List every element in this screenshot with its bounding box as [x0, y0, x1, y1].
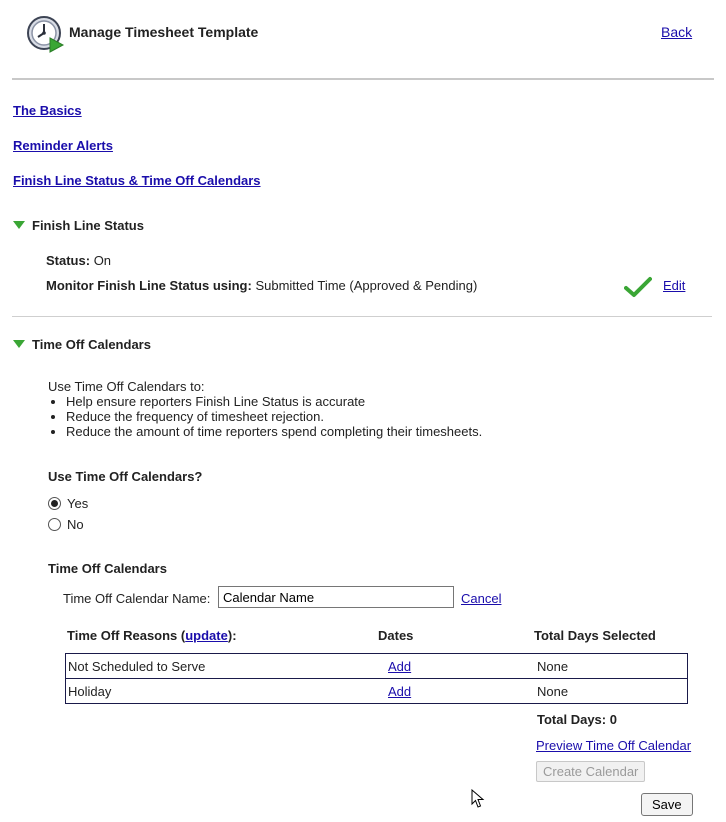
back-link[interactable]: Back: [661, 24, 692, 40]
col-header-reasons-text: Time Off Reasons (: [67, 628, 186, 643]
header-divider: [12, 78, 714, 80]
calendar-name-label: Time Off Calendar Name:: [63, 591, 211, 606]
radio-no-label: No: [67, 517, 84, 532]
time-off-section-toggle[interactable]: Time Off Calendars: [13, 337, 151, 352]
calendar-name-input[interactable]: [218, 586, 454, 608]
reasons-table: Not Scheduled to Serve Add None Holiday …: [65, 653, 688, 704]
col-header-total: Total Days Selected: [534, 628, 656, 643]
list-item: Help ensure reporters Finish Line Status…: [66, 394, 482, 409]
radio-unselected-icon[interactable]: [48, 518, 61, 531]
edit-finish-line-link[interactable]: Edit: [663, 278, 685, 293]
total-cell: None: [533, 653, 688, 679]
save-button[interactable]: Save: [641, 793, 693, 816]
total-cell: None: [533, 678, 688, 704]
use-calendars-question: Use Time Off Calendars?: [48, 469, 203, 484]
radio-selected-icon[interactable]: [48, 497, 61, 510]
radio-no[interactable]: No: [48, 517, 84, 532]
nav-link-basics[interactable]: The Basics: [13, 103, 82, 118]
add-dates-link[interactable]: Add: [388, 684, 411, 699]
finish-line-section-toggle[interactable]: Finish Line Status: [13, 218, 144, 233]
create-calendar-button[interactable]: Create Calendar: [536, 761, 646, 782]
cancel-link[interactable]: Cancel: [461, 591, 501, 606]
list-item: Reduce the amount of time reporters spen…: [66, 424, 482, 439]
radio-yes-label: Yes: [67, 496, 89, 511]
page-title: Manage Timesheet Template: [69, 24, 259, 40]
clock-play-icon: [26, 14, 66, 54]
preview-calendar-link[interactable]: Preview Time Off Calendar: [536, 738, 691, 753]
col-header-reasons: Time Off Reasons (update):: [67, 628, 237, 643]
nav-link-finish-line[interactable]: Finish Line Status & Time Off Calendars: [13, 173, 261, 188]
mouse-cursor-icon: [471, 788, 485, 812]
status-value: On: [93, 253, 112, 268]
status-label: Status:: [46, 253, 91, 268]
col-header-dates: Dates: [378, 628, 414, 643]
col-header-reasons-suffix: ):: [227, 628, 237, 643]
monitor-label: Monitor Finish Line Status using:: [46, 278, 252, 293]
expand-triangle-icon: [13, 340, 25, 348]
expand-triangle-icon: [13, 221, 25, 229]
section-divider: [12, 316, 712, 317]
list-item: Reduce the frequency of timesheet reject…: [66, 409, 482, 424]
calendars-heading: Time Off Calendars: [48, 561, 167, 576]
time-off-intro: Use Time Off Calendars to: Help ensure r…: [48, 379, 482, 439]
nav-link-reminder-alerts[interactable]: Reminder Alerts: [13, 138, 113, 153]
intro-text: Use Time Off Calendars to:: [48, 379, 205, 394]
time-off-section-title: Time Off Calendars: [32, 337, 151, 352]
radio-yes[interactable]: Yes: [48, 496, 88, 511]
table-row: Holiday Add None: [65, 678, 688, 704]
reason-cell: Holiday: [65, 678, 377, 704]
finish-line-section-title: Finish Line Status: [32, 218, 144, 233]
table-row: Not Scheduled to Serve Add None: [65, 653, 688, 679]
total-days: Total Days: 0: [537, 712, 617, 727]
reason-cell: Not Scheduled to Serve: [65, 653, 377, 679]
add-dates-link[interactable]: Add: [388, 659, 411, 674]
update-reasons-link[interactable]: update: [185, 628, 228, 643]
benefits-list: Help ensure reporters Finish Line Status…: [48, 394, 482, 439]
monitor-row: Monitor Finish Line Status using: Submit…: [46, 278, 477, 293]
monitor-value: Submitted Time (Approved & Pending): [255, 278, 478, 293]
status-row: Status: On: [46, 253, 111, 268]
checkmark-icon: [624, 276, 652, 301]
